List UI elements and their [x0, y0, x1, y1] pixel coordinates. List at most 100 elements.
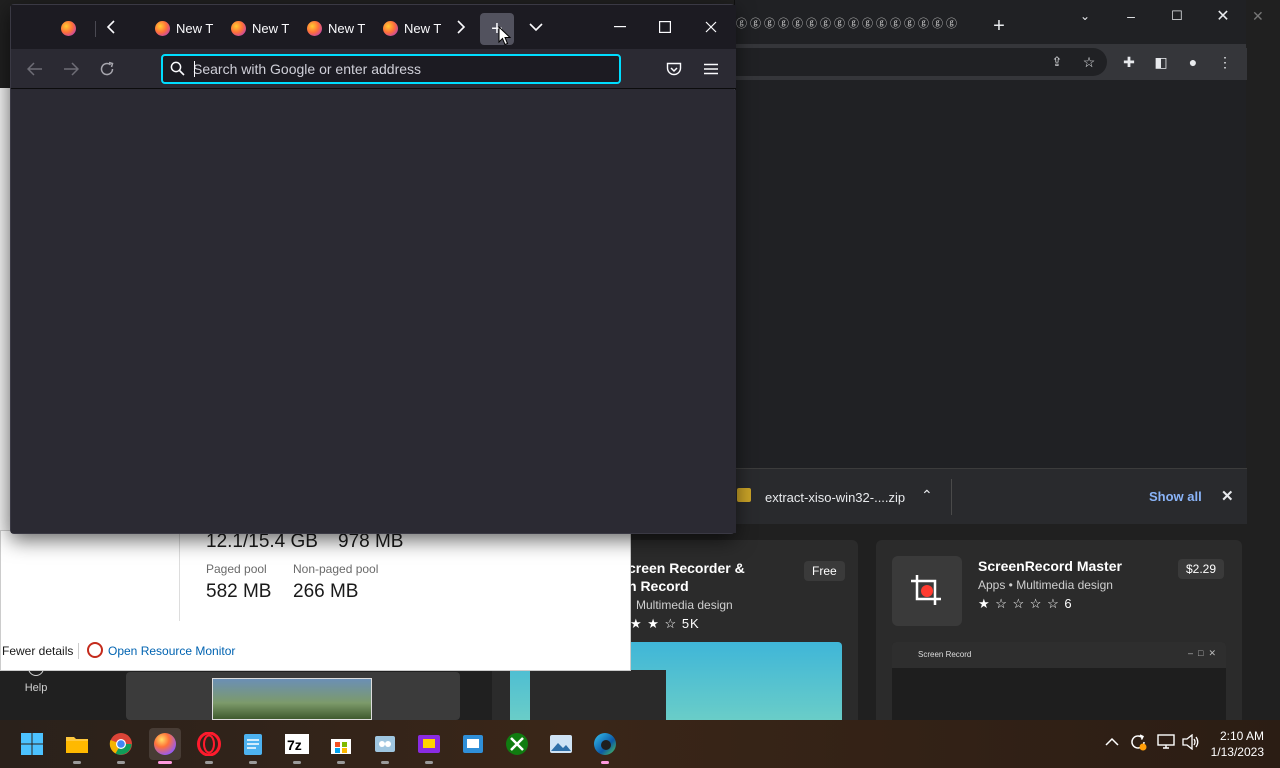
- chrome-tab-favicon[interactable]: ⓖ: [889, 17, 902, 32]
- firefox-nav-toolbar: [11, 49, 736, 89]
- chrome-tab-search-icon[interactable]: ⌄: [1073, 4, 1097, 28]
- running-indicator: [158, 761, 172, 764]
- mouse-cursor-icon: [498, 25, 512, 51]
- paged-pool-value: 582 MB: [206, 581, 272, 602]
- system-clock[interactable]: 2:10 AM 1/13/2023: [1211, 728, 1264, 760]
- firefox-tab[interactable]: New T: [231, 13, 289, 43]
- search-icon: [170, 61, 185, 81]
- running-indicator: [337, 761, 345, 764]
- 7zip-taskbar-button[interactable]: 7z: [281, 728, 313, 764]
- chrome-minimize-icon[interactable]: –: [1119, 4, 1143, 28]
- scroll-tabs-left-icon[interactable]: [98, 13, 126, 41]
- close-icon[interactable]: [697, 13, 725, 41]
- edge-taskbar-button[interactable]: [589, 728, 621, 764]
- card-category: Apps • Multimedia design: [978, 578, 1113, 592]
- running-indicator: [293, 761, 301, 764]
- address-input[interactable]: [193, 59, 603, 79]
- chrome-tab-favicon[interactable]: ⓖ: [763, 17, 776, 32]
- xbox-taskbar-button[interactable]: [501, 728, 533, 760]
- chrome-tab-favicon[interactable]: ⓖ: [749, 17, 762, 32]
- opera-taskbar-button[interactable]: [193, 728, 225, 764]
- store-app-card-screenrecord-master[interactable]: ScreenRecord Master Apps • Multimedia de…: [876, 540, 1242, 730]
- chrome-maximize-icon[interactable]: ☐: [1165, 4, 1189, 28]
- open-resource-monitor-link[interactable]: Open Resource Monitor: [108, 644, 235, 658]
- panel-divider: [179, 531, 180, 621]
- back-arrow-icon[interactable]: [21, 55, 49, 83]
- reload-icon[interactable]: [93, 55, 121, 83]
- chrome-tab-favicon[interactable]: ⓖ: [917, 17, 930, 32]
- close-icon[interactable]: ✕: [1252, 8, 1264, 25]
- background-window-edge: ✕: [1246, 0, 1280, 48]
- chrome-new-tab-icon[interactable]: +: [987, 14, 1011, 38]
- firefox-logo-icon: [155, 20, 170, 36]
- footer-divider: [78, 643, 79, 659]
- share-icon[interactable]: ⇪: [1045, 50, 1069, 74]
- extensions-puzzle-icon[interactable]: ✚: [1117, 50, 1141, 74]
- running-indicator: [425, 761, 433, 764]
- list-all-tabs-chevron-icon[interactable]: [522, 13, 550, 41]
- resource-monitor-icon: [87, 642, 103, 658]
- windows-taskbar: 7z 2:10 AM 1/13/2023: [0, 720, 1280, 768]
- download-filename[interactable]: extract-xiso-win32-....zip: [765, 490, 905, 505]
- chrome-tab-favicon[interactable]: ⓖ: [945, 17, 958, 32]
- sync-icon[interactable]: [1129, 733, 1147, 754]
- store-screenshot-thumbnail[interactable]: [126, 672, 460, 720]
- nonpaged-pool-label: Non-paged pool: [293, 562, 379, 576]
- chrome-tab-favicon[interactable]: ⓖ: [903, 17, 916, 32]
- show-hidden-icons-chevron-icon[interactable]: [1105, 734, 1119, 750]
- download-chevron-up-icon[interactable]: ⌃: [921, 487, 933, 504]
- minimize-icon[interactable]: [606, 13, 634, 41]
- fewer-details-button[interactable]: Fewer details: [2, 644, 73, 658]
- chrome-close-icon[interactable]: ✕: [1211, 4, 1235, 28]
- side-panel-icon[interactable]: ◧: [1149, 50, 1173, 74]
- bookmark-star-icon[interactable]: ☆: [1077, 50, 1101, 74]
- folder-icon: [66, 737, 88, 753]
- chrome-tab-favicon[interactable]: ⓖ: [861, 17, 874, 32]
- close-download-shelf-icon[interactable]: ✕: [1221, 487, 1234, 505]
- running-indicator: [601, 761, 609, 764]
- svg-text:7z: 7z: [287, 737, 302, 753]
- firefox-page-content: [11, 90, 736, 533]
- chrome-tab-favicon[interactable]: ⓖ: [833, 17, 846, 32]
- paged-pool-label: Paged pool: [206, 562, 267, 576]
- microsoft-store-taskbar-button[interactable]: [325, 728, 357, 764]
- card-rating-count: 6: [1064, 596, 1073, 611]
- task-manager-window: 12.1/15.4 GB 978 MB Paged pool Non-paged…: [0, 530, 631, 671]
- firefox-taskbar-button[interactable]: [149, 728, 181, 764]
- firefox-logo-icon: [231, 20, 246, 36]
- chrome-tab-favicon[interactable]: ⓖ: [847, 17, 860, 32]
- pocket-icon[interactable]: [660, 55, 688, 83]
- chrome-tab-favicon[interactable]: ⓖ: [875, 17, 888, 32]
- snipping-tool-taskbar-button[interactable]: [369, 728, 401, 764]
- notepad-taskbar-button[interactable]: [237, 728, 269, 764]
- firefox-tab-pinned[interactable]: [61, 13, 82, 43]
- chrome-tab-favicon[interactable]: ⓖ: [791, 17, 804, 32]
- chrome-tab-favicon[interactable]: ⓖ: [931, 17, 944, 32]
- firefox-tab[interactable]: New T: [307, 13, 365, 43]
- maximize-icon[interactable]: [651, 13, 679, 41]
- chrome-menu-kebab-icon[interactable]: ⋮: [1213, 50, 1237, 74]
- chrome-tab-favicon[interactable]: ⓖ: [777, 17, 790, 32]
- scroll-tabs-right-icon[interactable]: [446, 13, 474, 41]
- network-icon[interactable]: [1157, 734, 1175, 753]
- remote-desktop-taskbar-button[interactable]: [457, 728, 489, 760]
- address-bar[interactable]: [161, 54, 621, 84]
- start-button[interactable]: [16, 728, 48, 760]
- firefox-tab[interactable]: New T: [383, 13, 441, 43]
- chrome-omnibox[interactable]: ⇪ ☆: [735, 48, 1107, 76]
- chrome-tab-favicon[interactable]: ⓖ: [735, 17, 748, 32]
- file-explorer-taskbar-button[interactable]: [61, 728, 93, 764]
- chrome-taskbar-button[interactable]: [105, 728, 137, 764]
- chrome-tab-favicon[interactable]: ⓖ: [805, 17, 818, 32]
- chrome-tab-favicon[interactable]: ⓖ: [819, 17, 832, 32]
- volume-icon[interactable]: [1182, 733, 1200, 753]
- firefox-tab[interactable]: New T: [155, 13, 213, 43]
- hamburger-menu-icon[interactable]: [697, 55, 725, 83]
- media-app-taskbar-button[interactable]: [413, 728, 445, 764]
- photos-taskbar-button[interactable]: [545, 728, 577, 760]
- profile-avatar-icon[interactable]: ●: [1181, 50, 1205, 74]
- firefox-logo-icon: [307, 20, 322, 36]
- preview-window-controls-icon: – □ ✕: [1188, 648, 1216, 658]
- show-all-downloads-button[interactable]: Show all: [1149, 489, 1202, 504]
- forward-arrow-icon[interactable]: [57, 55, 85, 83]
